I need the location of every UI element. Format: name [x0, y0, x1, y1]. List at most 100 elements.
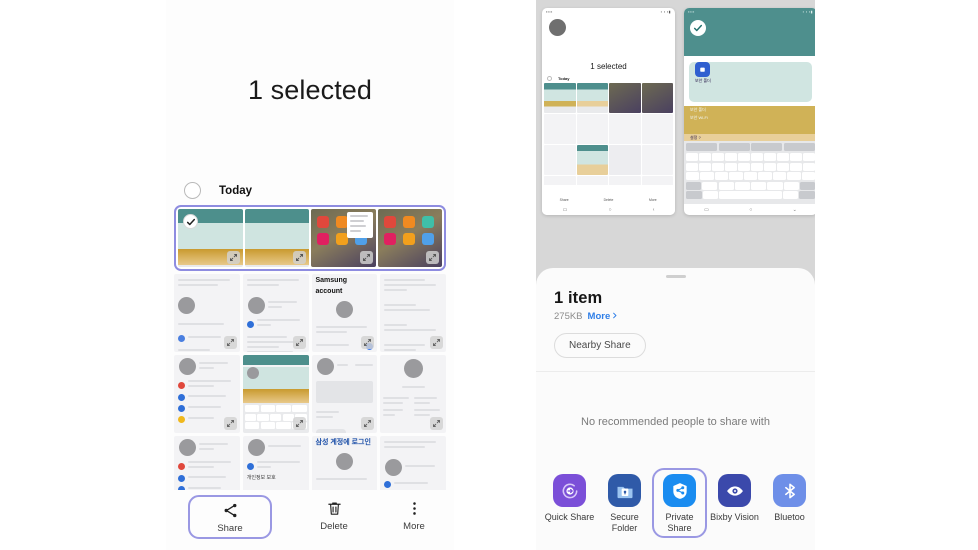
mini-navbar: ▭ ○ ‹ [562, 206, 655, 213]
search-result-2: 보안 Wi-Fi [690, 115, 708, 120]
expand-icon[interactable] [293, 251, 306, 264]
check-icon [690, 20, 706, 36]
share-targets-row: Quick Share Secure Folder Private Share … [536, 464, 815, 550]
more-button[interactable]: More [374, 493, 454, 536]
expand-icon[interactable] [361, 336, 375, 349]
delete-button[interactable]: Delete [294, 493, 374, 536]
share-icon [222, 501, 239, 520]
page-title: 1 selected [247, 74, 373, 105]
more-label: More [403, 521, 425, 532]
expand-icon[interactable] [292, 417, 306, 430]
left-phone-screen: 1 selected Today Samsung account 개인정보 보호… [166, 0, 454, 550]
mini-today-label: Today [558, 76, 570, 81]
status-bar: ▪▪▪▪ ▪ ▪ ▪▮ [546, 9, 671, 14]
thumbnail-korean-title: 삼성 계정에 로그인 [315, 439, 371, 446]
bixby-vision-label: Bixby Vision [710, 512, 759, 522]
mini-cell [641, 114, 673, 144]
gallery-thumbnail[interactable] [377, 209, 442, 267]
share-sheet-header: 1 item 275KB More Nearby Share [536, 278, 815, 358]
mini-share-label: Share [559, 198, 569, 202]
gallery-thumbnail[interactable] [242, 355, 309, 433]
share-target-bluetooth[interactable]: Bluetoo [762, 468, 815, 527]
mini-cell [609, 83, 641, 113]
mini-cell [609, 145, 641, 175]
gallery-thumbnail[interactable] [242, 274, 309, 352]
mini-cell [576, 145, 608, 175]
today-section-header: Today [166, 180, 454, 205]
more-vertical-icon [406, 499, 423, 518]
mini-cell [641, 145, 673, 175]
mini-today-row: Today [542, 71, 675, 83]
app-card: 보안 폴더 [689, 62, 812, 102]
expand-icon[interactable] [359, 251, 373, 264]
quick-share-icon [553, 474, 586, 507]
keyboard[interactable] [684, 141, 815, 204]
mini-selection-title: 1 selected [590, 62, 627, 71]
select-all-today-checkbox[interactable] [184, 182, 201, 199]
expand-icon[interactable] [223, 417, 237, 430]
expand-icon[interactable] [226, 251, 240, 264]
more-details-link[interactable]: More [588, 311, 619, 322]
avatar [549, 19, 566, 36]
selection-header: 1 selected [166, 0, 454, 180]
gallery-thumbnail[interactable] [311, 355, 378, 433]
expand-icon[interactable] [430, 417, 443, 430]
thumbnail-korean-text: 개인정보 보호 [246, 475, 276, 481]
recents-card-secure-folder-ko[interactable]: ▪▪▪▪ ▪ ▪ ▪▮ 보안 폴더 보안 폴더 보안 Wi-Fi 설정 ? ▭ … [684, 8, 815, 215]
more-details-label: More [587, 311, 611, 322]
share-label: Share [217, 523, 243, 534]
recents-card-gallery[interactable]: ▪▪▪▪ ▪ ▪ ▪▮ 1 selected Today Share Delet… [542, 8, 675, 215]
mini-delete-label: Delete [603, 198, 614, 202]
bixby-vision-icon [718, 474, 751, 507]
quick-share-label: Quick Share [544, 512, 595, 522]
private-share-label: Private Share [665, 512, 694, 533]
gallery-thumbnail[interactable] [380, 355, 446, 433]
bluetooth-label: Bluetoo [774, 512, 805, 522]
search-results-band: 보안 폴더 보안 Wi-Fi [684, 106, 815, 134]
trash-icon [326, 499, 343, 518]
gallery-thumbnail[interactable] [380, 274, 446, 352]
mini-navbar: ▭ ○ ⌄ [704, 206, 797, 213]
mini-cell [576, 114, 608, 144]
expand-icon[interactable] [223, 336, 237, 349]
gallery-grid: Samsung account 개인정보 보호 삼성 계정에 로그인 [166, 271, 454, 514]
gallery-thumbnail[interactable] [244, 209, 309, 267]
gallery-thumbnail[interactable] [174, 355, 240, 433]
selection-toolbar: Share Delete More [166, 490, 454, 550]
gallery-thumbnail[interactable]: Samsung account [311, 274, 378, 352]
expand-icon[interactable] [426, 251, 439, 264]
secure-folder-icon [695, 62, 710, 77]
thumbnail-check-badge[interactable] [183, 214, 198, 229]
screenshot-canvas: 1 selected Today Samsung account 개인정보 보호… [0, 0, 978, 550]
item-meta-row: 275KB More [554, 311, 797, 322]
mini-checkbox-icon [547, 76, 552, 81]
card-korean-label: 보안 폴더 [695, 78, 711, 83]
expand-icon[interactable] [430, 336, 443, 349]
delete-label: Delete [320, 521, 348, 532]
expand-icon[interactable] [361, 417, 375, 430]
share-target-quick-share[interactable]: Quick Share [542, 468, 597, 527]
nearby-share-chip[interactable]: Nearby Share [554, 333, 646, 358]
search-result-1: 보안 폴더 [690, 107, 706, 112]
mini-cell [641, 83, 673, 113]
chevron-right-icon [611, 311, 618, 322]
recents-preview-strip: ▪▪▪▪ ▪ ▪ ▪▮ 1 selected Today Share Delet… [536, 0, 815, 222]
mini-more-label: More [648, 198, 657, 202]
share-button[interactable]: Share [188, 495, 272, 539]
app-header: ▪▪▪▪ ▪ ▪ ▪▮ [684, 8, 815, 56]
mini-toolbar: Share Delete More ▭ ○ ‹ [542, 185, 675, 215]
selected-thumbnail-row [174, 205, 446, 271]
gallery-thumbnail[interactable] [311, 209, 376, 267]
item-count: 1 item [554, 289, 603, 307]
expand-icon[interactable] [292, 336, 306, 349]
share-target-bixby-vision[interactable]: Bixby Vision [707, 468, 762, 527]
context-menu [346, 212, 373, 238]
private-share-icon [663, 474, 696, 507]
secure-folder-label: Secure Folder [610, 512, 639, 533]
gallery-thumbnail-selected[interactable] [178, 209, 243, 267]
gallery-thumbnail[interactable] [174, 274, 240, 352]
mini-cell [576, 83, 608, 113]
share-target-secure-folder[interactable]: Secure Folder [597, 468, 652, 538]
share-target-private-share[interactable]: Private Share [652, 468, 707, 538]
item-size: 275KB [554, 311, 583, 322]
